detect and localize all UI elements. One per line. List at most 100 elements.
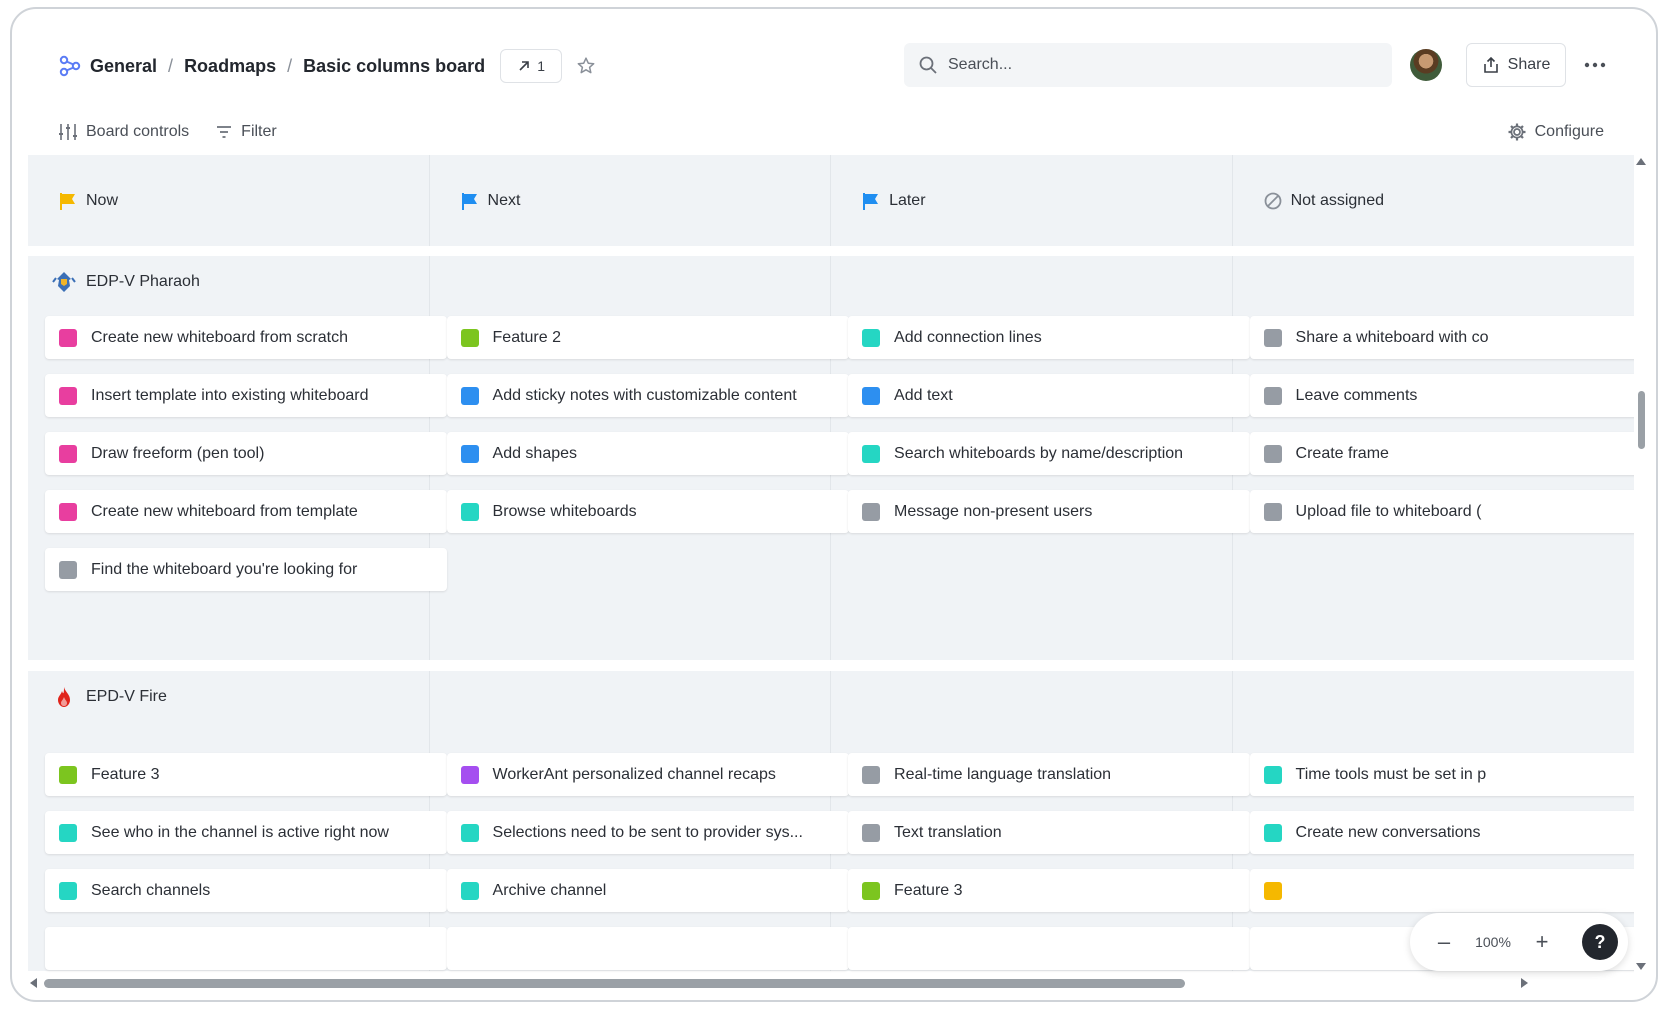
card-title: Real-time language translation [894, 765, 1112, 783]
filter-icon [217, 126, 232, 138]
breadcrumb-general[interactable]: General [90, 56, 157, 77]
status-chip [460, 444, 479, 463]
arrow-up-right-icon [519, 61, 530, 71]
feature-card[interactable] [1249, 869, 1634, 912]
status-chip [862, 386, 881, 405]
scroll-left-arrow-icon[interactable] [30, 978, 37, 988]
feature-card[interactable]: Insert template into existing whiteboard [45, 374, 447, 417]
board-controls-label: Board controls [86, 123, 190, 140]
feature-card[interactable] [45, 927, 447, 970]
filter-label: Filter [241, 123, 277, 140]
workspace-logo-icon [59, 55, 81, 77]
feature-card[interactable]: Add sticky notes with customizable conte… [446, 374, 849, 417]
feature-card[interactable]: Browse whiteboards [446, 490, 849, 533]
horizontal-scroll-thumb[interactable] [44, 979, 1185, 988]
favorite-star-icon[interactable] [574, 54, 598, 78]
feature-card[interactable]: Archive channel [446, 869, 849, 912]
feature-card[interactable]: Feature 2 [446, 316, 849, 359]
feature-card[interactable]: Feature 3 [848, 869, 1251, 912]
card-title: Leave comments [1295, 386, 1418, 404]
feature-card[interactable] [848, 927, 1251, 970]
more-options-icon[interactable] [1580, 57, 1610, 73]
column-header-not-assigned[interactable]: Not assigned [1233, 155, 1634, 246]
feature-card[interactable]: WorkerAnt personalized channel recaps [446, 753, 849, 796]
linked-items-button[interactable]: 1 [500, 49, 563, 83]
gear-icon [1508, 123, 1526, 141]
zoom-in-button[interactable]: + [1528, 928, 1556, 956]
feature-card[interactable]: Feature 3 [45, 753, 447, 796]
vertical-scroll-thumb[interactable] [1638, 391, 1645, 449]
feature-card[interactable]: Find the whiteboard you're looking for [45, 548, 447, 591]
card-title: Time tools must be set in p [1295, 765, 1487, 783]
card-title: Add connection lines [894, 328, 1042, 346]
status-chip [862, 444, 881, 463]
share-label: Share [1507, 56, 1551, 73]
sliders-icon [59, 124, 77, 140]
scroll-down-arrow-icon[interactable] [1636, 963, 1646, 970]
card-title: Feature 3 [894, 881, 963, 899]
column-header-later[interactable]: Later [831, 155, 1233, 246]
feature-card[interactable]: Create new conversations [1249, 811, 1634, 854]
card-title: Insert template into existing whiteboard [91, 386, 369, 404]
feature-card[interactable]: Search whiteboards by name/description [848, 432, 1251, 475]
scroll-up-arrow-icon[interactable] [1636, 158, 1646, 165]
card-title: Selections need to be sent to provider s… [492, 823, 803, 841]
status-chip [1263, 328, 1282, 347]
configure-button[interactable]: Configure [1507, 117, 1604, 147]
feature-card[interactable]: Share a whiteboard with co [1249, 316, 1634, 359]
lane-column-now: Feature 3 See who in the channel is acti… [28, 671, 447, 971]
feature-card[interactable]: Leave comments [1249, 374, 1634, 417]
swimlane-title[interactable]: EDP-V Pharaoh [52, 270, 200, 294]
breadcrumb-separator: / [287, 55, 293, 76]
feature-card[interactable]: Create frame [1249, 432, 1634, 475]
breadcrumb-roadmaps[interactable]: Roadmaps [184, 56, 276, 77]
lane-column-later: Add connection lines Add text Search whi… [831, 256, 1251, 660]
card-title: Add shapes [492, 444, 578, 462]
feature-card[interactable]: Create new whiteboard from scratch [45, 316, 447, 359]
feature-card[interactable]: Upload file to whiteboard ( [1249, 490, 1634, 533]
share-icon [1483, 56, 1498, 73]
search-box[interactable] [904, 43, 1392, 87]
fire-icon [58, 687, 70, 707]
feature-card[interactable]: Selections need to be sent to provider s… [446, 811, 849, 854]
card-title: WorkerAnt personalized channel recaps [492, 765, 776, 783]
roadmap-board: Now Next Later Not assigned Create new w… [28, 155, 1634, 976]
status-chip [1263, 823, 1282, 842]
card-title: Upload file to whiteboard ( [1295, 502, 1482, 520]
card-list: Create new whiteboard from scratch Inser… [45, 316, 447, 591]
feature-card[interactable]: Draw freeform (pen tool) [45, 432, 447, 475]
column-title: Now [86, 191, 119, 209]
feature-card[interactable]: Search channels [45, 869, 447, 912]
status-chip [59, 328, 77, 347]
user-avatar[interactable] [1410, 49, 1442, 81]
feature-card[interactable]: Add text [848, 374, 1251, 417]
status-chip [460, 502, 479, 521]
linked-items-count: 1 [537, 58, 546, 74]
card-list: Feature 3 See who in the channel is acti… [45, 753, 447, 970]
feature-card[interactable]: Real-time language translation [848, 753, 1251, 796]
zoom-out-button[interactable]: – [1430, 928, 1458, 956]
share-button[interactable]: Share [1466, 43, 1566, 87]
card-list: Real-time language translation Text tran… [848, 753, 1251, 970]
column-header-next[interactable]: Next [430, 155, 832, 246]
feature-card[interactable]: Text translation [848, 811, 1251, 854]
filter-button[interactable]: Filter [215, 123, 277, 141]
scroll-right-arrow-icon[interactable] [1521, 978, 1528, 988]
feature-card[interactable]: Add connection lines [848, 316, 1251, 359]
board-controls-button[interactable]: Board controls [58, 122, 189, 142]
swimlane-title[interactable]: EPD-V Fire [52, 685, 167, 709]
status-chip [1263, 765, 1282, 784]
column-header-now[interactable]: Now [28, 155, 430, 246]
vertical-scrollbar[interactable] [1635, 155, 1647, 976]
help-button[interactable]: ? [1582, 924, 1618, 960]
feature-card[interactable] [446, 927, 849, 970]
feature-card[interactable]: Add shapes [446, 432, 849, 475]
feature-card[interactable]: Message non-present users [848, 490, 1251, 533]
column-title: Not assigned [1290, 191, 1384, 209]
search-input[interactable] [948, 56, 1368, 74]
horizontal-scrollbar[interactable] [28, 976, 1634, 990]
feature-card[interactable]: Time tools must be set in p [1249, 753, 1634, 796]
card-list: Add connection lines Add text Search whi… [848, 316, 1251, 533]
feature-card[interactable]: Create new whiteboard from template [45, 490, 447, 533]
feature-card[interactable]: See who in the channel is active right n… [45, 811, 447, 854]
